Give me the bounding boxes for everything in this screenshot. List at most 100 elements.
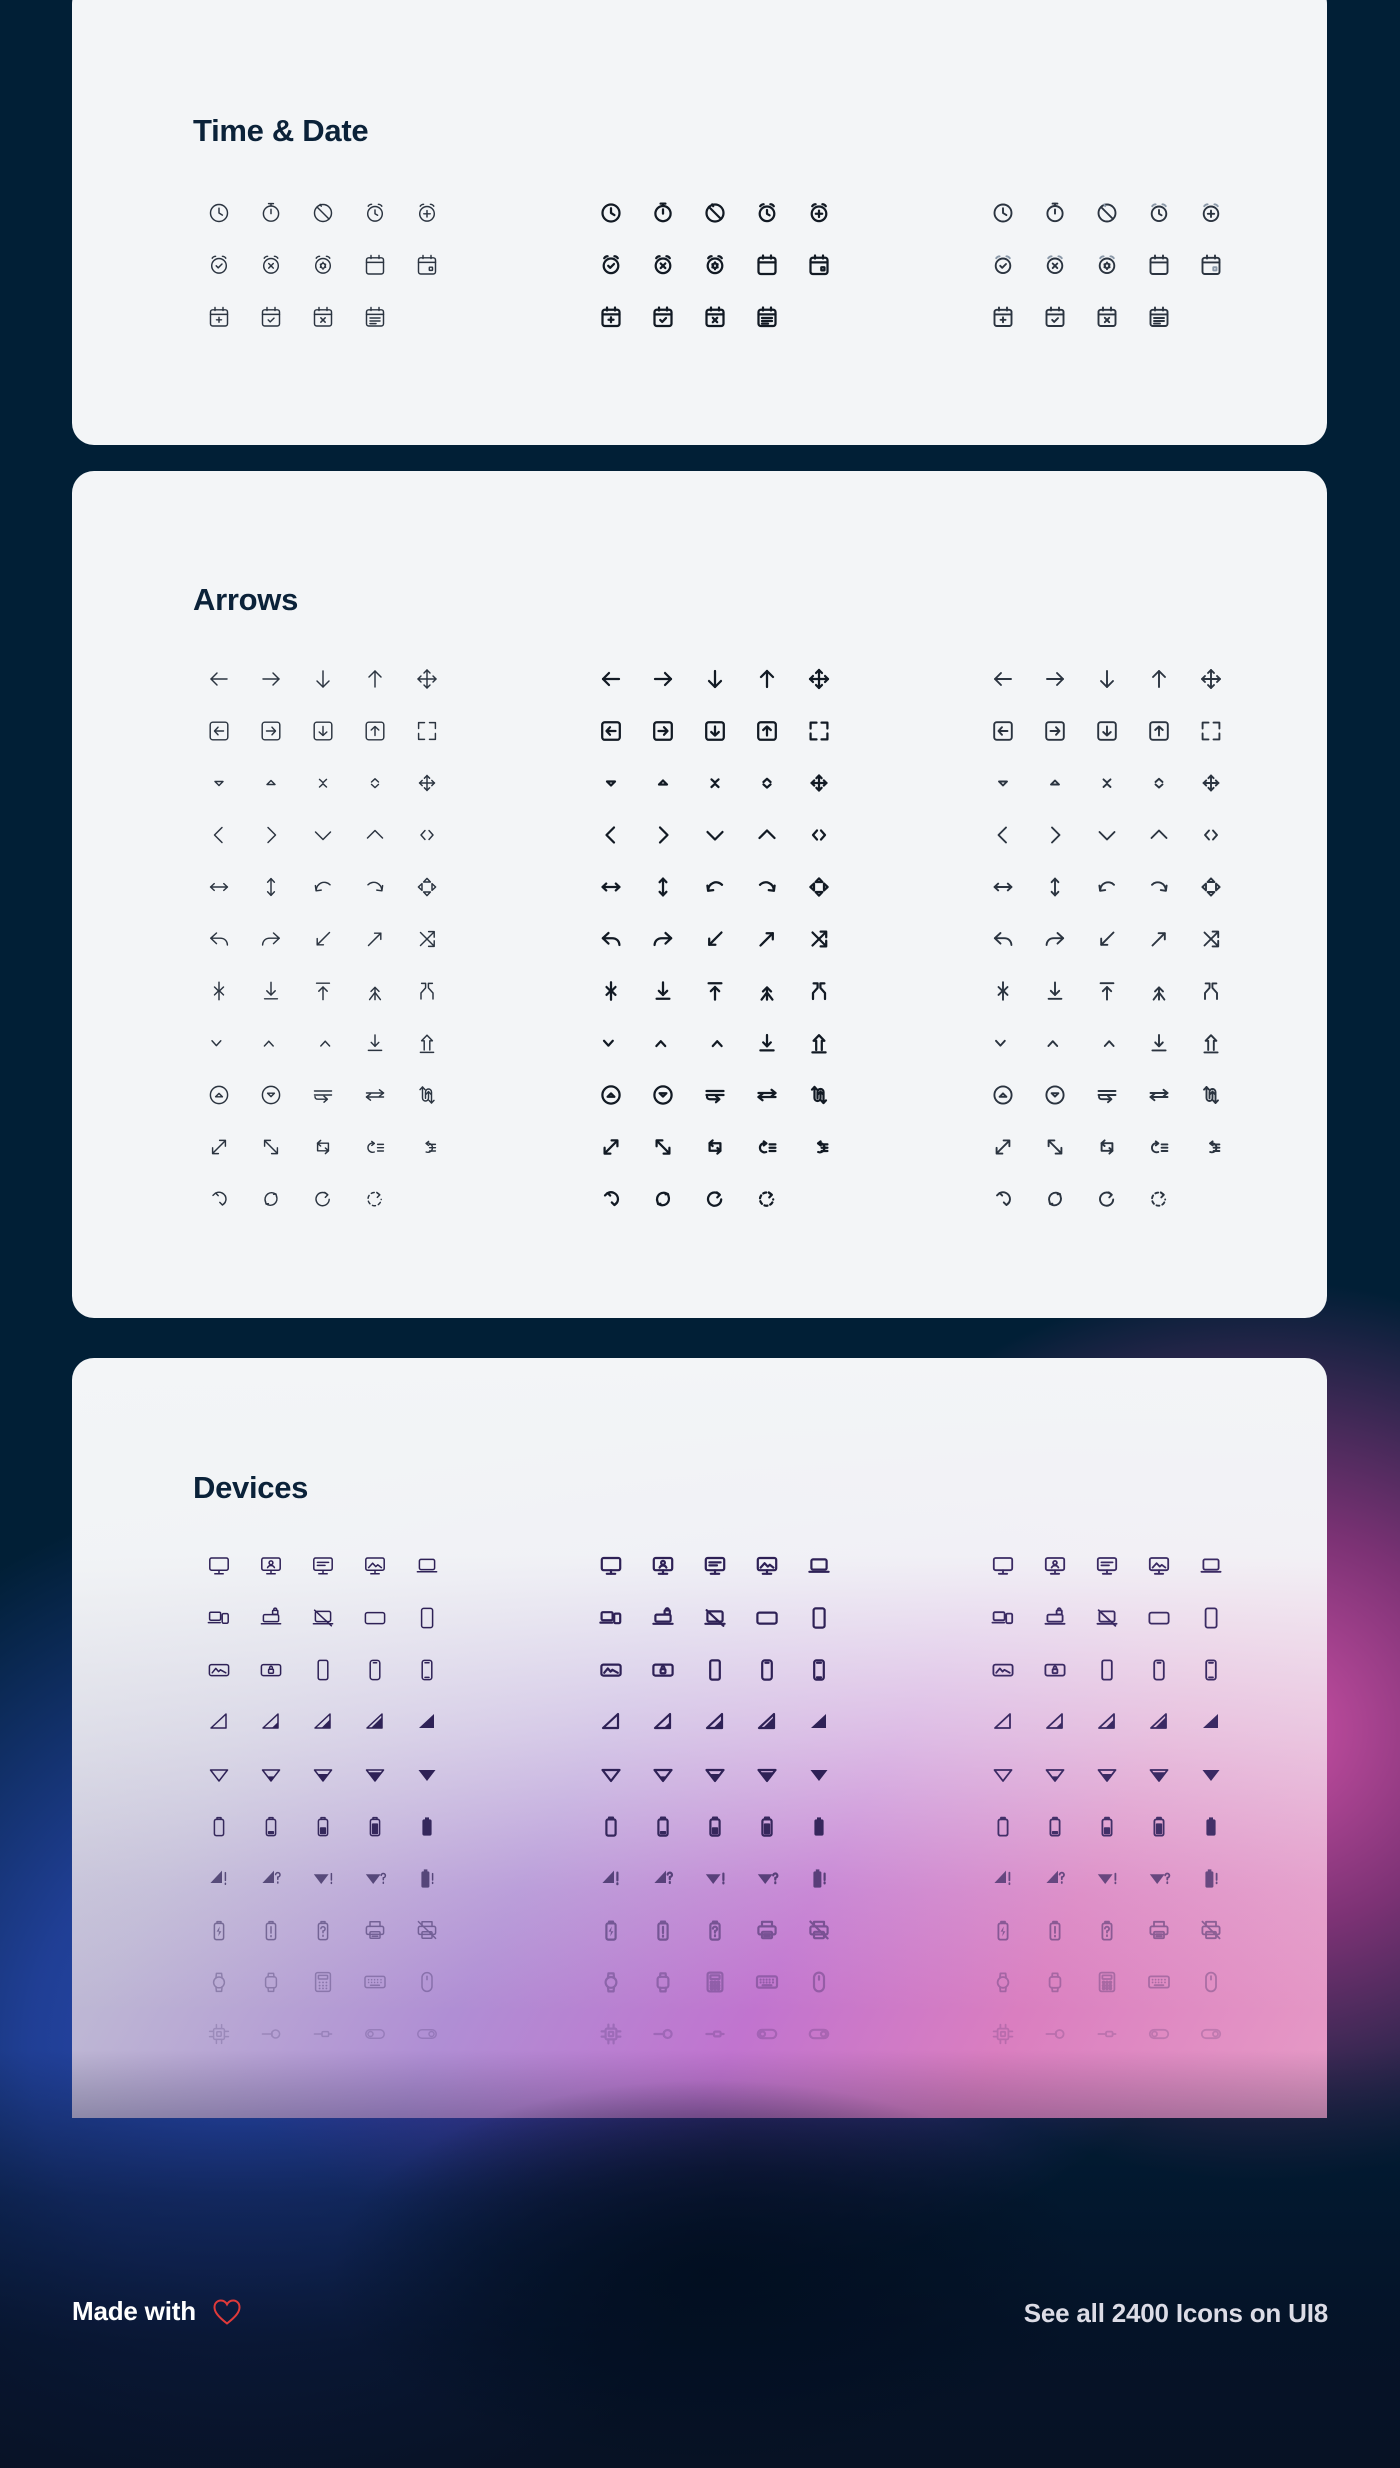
clock-icon[interactable] [193,187,245,239]
arrow-down-icon[interactable] [1081,653,1133,705]
shuffle-icon[interactable] [793,913,845,965]
battery-unknown-icon[interactable] [1081,1904,1133,1956]
arrow-horizontal-icon[interactable] [193,861,245,913]
signal-1-icon[interactable] [245,1696,297,1748]
wifi-1-icon[interactable] [1029,1748,1081,1800]
refresh-double-icon[interactable] [245,1173,297,1225]
circle-chevron-down-icon[interactable] [245,1069,297,1121]
rotate-ccw-list-icon[interactable] [349,1121,401,1173]
laptop-phone-icon[interactable] [193,1592,245,1644]
wifi-3-icon[interactable] [741,1748,793,1800]
toggle-on-icon[interactable] [401,2008,453,2060]
toggle-on-icon[interactable] [1185,2008,1237,2060]
battery-charging-icon[interactable] [977,1904,1029,1956]
arrow-left-icon[interactable] [977,653,1029,705]
arrow-up-square-icon[interactable] [349,705,401,757]
printer-icon[interactable] [349,1904,401,1956]
repeat-icon[interactable] [297,1121,349,1173]
wifi-alert-icon[interactable] [297,1852,349,1904]
battery-alert-icon[interactable] [401,1852,453,1904]
calendar-list-icon[interactable] [349,291,401,343]
monitor-image-icon[interactable] [741,1540,793,1592]
tablet-image-icon[interactable] [585,1644,637,1696]
signal-4-icon[interactable] [401,1696,453,1748]
download-line-icon[interactable] [1133,1017,1185,1069]
arrow-merge-icon[interactable] [585,965,637,1017]
arrow-up-icon[interactable] [1133,653,1185,705]
caret-down-icon[interactable] [193,757,245,809]
wifi-4-icon[interactable] [401,1748,453,1800]
printer-off-icon[interactable] [793,1904,845,1956]
arrow-to-bottom-icon[interactable] [245,965,297,1017]
cpu-icon[interactable] [977,2008,1029,2060]
corner-up-right-icon[interactable] [297,1017,349,1069]
alarm-clock-settings-icon[interactable] [689,239,741,291]
calculator-icon[interactable] [297,1956,349,2008]
alarm-clock-plus-icon[interactable] [1185,187,1237,239]
arrow-merge-icon[interactable] [193,965,245,1017]
forward-icon[interactable] [637,913,689,965]
arrow-right-icon[interactable] [1029,653,1081,705]
toggle-off-icon[interactable] [741,2008,793,2060]
arrow-right-icon[interactable] [637,653,689,705]
tablet-landscape-icon[interactable] [741,1592,793,1644]
laptop-phone-icon[interactable] [977,1592,1029,1644]
printer-off-icon[interactable] [401,1904,453,1956]
arrow-left-icon[interactable] [193,653,245,705]
plug-2-icon[interactable] [297,2008,349,2060]
alarm-clock-settings-icon[interactable] [297,239,349,291]
corner-down-right-icon[interactable] [193,1017,245,1069]
battery-1-icon[interactable] [637,1800,689,1852]
signal-question-icon[interactable] [637,1852,689,1904]
monitor-user-icon[interactable] [1029,1540,1081,1592]
undo-icon[interactable] [1081,861,1133,913]
battery-0-icon[interactable] [193,1800,245,1852]
refresh-icon[interactable] [585,1173,637,1225]
signal-alert-icon[interactable] [585,1852,637,1904]
move-arrows-icon[interactable] [793,861,845,913]
laptop-off-icon[interactable] [1081,1592,1133,1644]
arrow-merge-icon[interactable] [977,965,1029,1017]
arrow-to-top-icon[interactable] [689,965,741,1017]
move-arrows-icon[interactable] [1185,861,1237,913]
battery-unknown-icon[interactable] [297,1904,349,1956]
phone-rounded-icon[interactable] [741,1644,793,1696]
tablet-image-icon[interactable] [977,1644,1029,1696]
laptop-lock-icon[interactable] [637,1592,689,1644]
laptop-icon[interactable] [401,1540,453,1592]
phone-rounded-icon[interactable] [349,1644,401,1696]
battery-full-icon[interactable] [401,1800,453,1852]
chevron-up-icon[interactable] [1133,809,1185,861]
chevron-up-icon[interactable] [349,809,401,861]
monitor-image-icon[interactable] [1133,1540,1185,1592]
rotate-cw-icon[interactable] [689,1173,741,1225]
maximize-icon[interactable] [401,705,453,757]
tablet-portrait-icon[interactable] [401,1592,453,1644]
arrow-to-bottom-icon[interactable] [1029,965,1081,1017]
signal-1-icon[interactable] [637,1696,689,1748]
signal-3-icon[interactable] [741,1696,793,1748]
calendar-x-icon[interactable] [297,291,349,343]
monitor-image-icon[interactable] [349,1540,401,1592]
calendar-list-icon[interactable] [1133,291,1185,343]
battery-warning-icon[interactable] [637,1904,689,1956]
arrow-left-square-icon[interactable] [585,705,637,757]
calendar-icon[interactable] [349,239,401,291]
laptop-lock-icon[interactable] [245,1592,297,1644]
timer-icon[interactable] [245,187,297,239]
arrow-down-left-icon[interactable] [297,913,349,965]
signal-3-icon[interactable] [349,1696,401,1748]
forward-icon[interactable] [245,913,297,965]
arrow-down-left-icon[interactable] [1081,913,1133,965]
redo-icon[interactable] [349,861,401,913]
chevron-up-icon[interactable] [741,809,793,861]
signal-2-icon[interactable] [689,1696,741,1748]
clock-off-icon[interactable] [689,187,741,239]
watch-icon[interactable] [193,1956,245,2008]
alarm-clock-icon[interactable] [1133,187,1185,239]
arrow-down-icon[interactable] [689,653,741,705]
calendar-event-icon[interactable] [1185,239,1237,291]
monitor-icon[interactable] [585,1540,637,1592]
phone-filled-frame-icon[interactable] [401,1644,453,1696]
phone-icon[interactable] [1081,1644,1133,1696]
